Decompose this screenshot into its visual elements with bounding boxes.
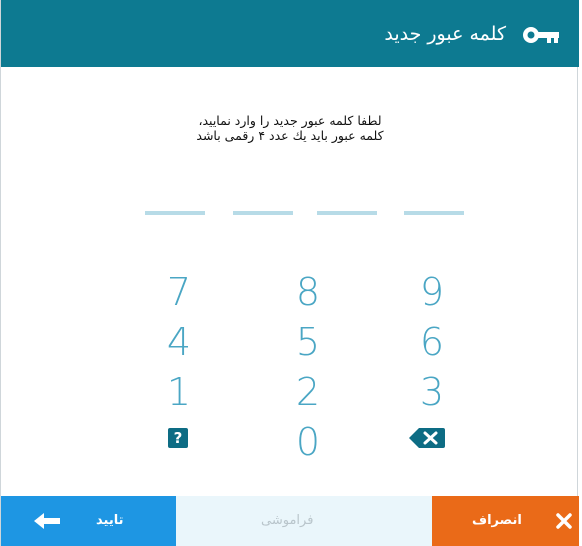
question-mark-icon[interactable]: ? bbox=[168, 428, 188, 448]
key-5[interactable]: 5 bbox=[258, 322, 358, 362]
instructions: لطفا کلمه عبور جدید را وارد نمایید، کلمه… bbox=[1, 113, 579, 143]
cancel-button[interactable]: انصراف bbox=[432, 496, 579, 546]
confirm-label: تایید bbox=[96, 513, 124, 528]
key-0[interactable]: 0 bbox=[258, 422, 358, 462]
cancel-label: انصراف bbox=[472, 513, 522, 528]
pin-slot bbox=[317, 211, 377, 215]
backspace-icon[interactable] bbox=[409, 427, 445, 449]
pin-slot bbox=[233, 211, 293, 215]
key-3[interactable]: 3 bbox=[382, 372, 482, 412]
footer-bar: تایید فراموشی انصراف bbox=[1, 496, 579, 546]
key-2[interactable]: 2 bbox=[258, 372, 358, 412]
key-icon bbox=[523, 27, 559, 43]
instruction-line-1: لطفا کلمه عبور جدید را وارد نمایید، bbox=[198, 113, 382, 128]
key-6[interactable]: 6 bbox=[382, 322, 482, 362]
key-9[interactable]: 9 bbox=[382, 272, 482, 312]
instruction-line-2: کلمه عبور باید یك عدد ۴ رقمی باشد bbox=[196, 128, 384, 143]
password-dialog: کلمه عبور جدید لطفا کلمه عبور جدید را وا… bbox=[0, 0, 579, 546]
dialog-header: کلمه عبور جدید bbox=[1, 0, 579, 67]
confirm-button[interactable]: تایید bbox=[1, 496, 176, 546]
pin-slots bbox=[1, 211, 579, 217]
key-4[interactable]: 4 bbox=[129, 322, 229, 362]
key-1[interactable]: 1 bbox=[129, 372, 229, 412]
key-8[interactable]: 8 bbox=[258, 272, 358, 312]
pin-slot bbox=[404, 211, 464, 215]
close-icon bbox=[556, 513, 572, 529]
arrow-left-icon bbox=[34, 513, 60, 529]
forgot-button[interactable]: فراموشی bbox=[176, 496, 432, 546]
dialog-title: کلمه عبور جدید bbox=[384, 23, 506, 45]
forgot-label: فراموشی bbox=[261, 513, 314, 528]
pin-slot bbox=[145, 211, 205, 215]
key-7[interactable]: 7 bbox=[129, 272, 229, 312]
